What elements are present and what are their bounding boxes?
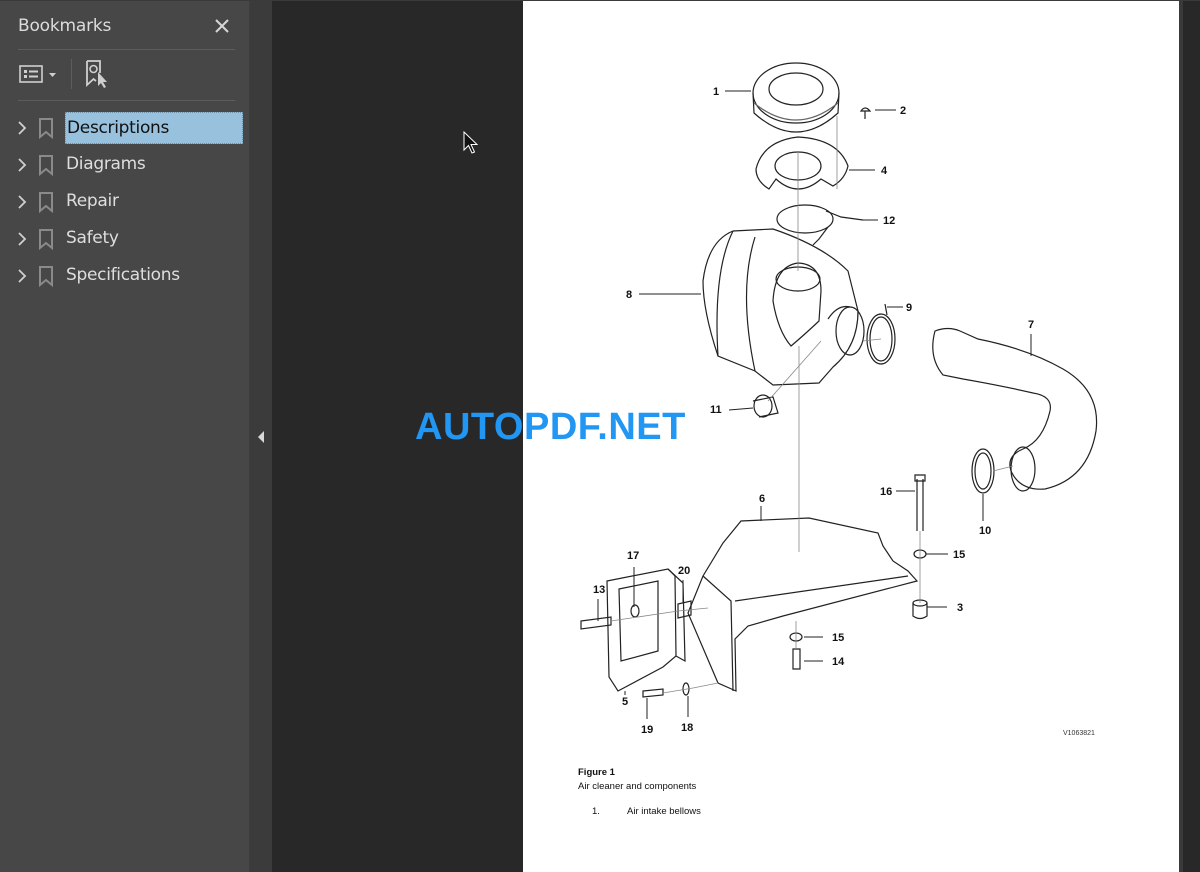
bookmark-list: Descriptions Diagrams Repair Safety Spec [0,109,250,294]
callout-label: 13 [593,584,605,596]
bookmarks-header: Bookmarks [18,13,233,39]
callout-label: 1 [713,86,719,98]
callout-label: 8 [626,289,632,301]
callout-label: 20 [678,565,690,577]
chevron-right-icon[interactable] [16,157,28,172]
watermark-text: AUTOPDF.NET [415,406,686,448]
figure-title: Figure 1 [578,767,615,778]
callout-label: 16 [880,486,892,498]
document-viewer[interactable]: 1 2 4 12 8 9 7 11 16 10 6 15 17 20 13 3 … [272,1,1200,872]
chevron-right-icon[interactable] [16,231,28,246]
callout-label: 6 [759,493,765,505]
bookmark-label: Safety [66,227,119,248]
part-plate-5 [606,568,686,692]
bookmark-item-specifications[interactable]: Specifications [0,257,250,294]
part-mounting-bracket [687,517,919,692]
close-icon[interactable] [211,15,233,37]
bookmark-label: Repair [66,190,119,211]
callout-label: 19 [641,724,653,736]
part-gasket-bracket [776,204,864,246]
mouse-cursor-icon [463,131,479,154]
item-number: 1. [592,806,600,817]
item-text: Air intake bellows [627,806,701,817]
options-menu-button[interactable] [18,64,59,84]
panel-splitter[interactable] [250,1,272,872]
part-air-intake-bellows [752,62,840,133]
find-current-bookmark-button[interactable] [84,59,110,89]
callout-label: 5 [622,696,628,708]
part-hose [932,327,1098,492]
figure-caption: Figure 1 Air cleaner and components 1. A… [578,767,701,817]
figure-subtitle: Air cleaner and components [578,781,697,792]
caret-down-icon [49,73,56,77]
parts-list-item: 1. Air intake bellows [578,806,701,817]
bookmark-icon [39,265,53,287]
triangle-left-icon [258,431,264,443]
collapse-panel-button[interactable] [256,429,266,445]
part-plate [755,136,849,190]
chevron-right-icon[interactable] [16,194,28,209]
callout-label: 11 [710,404,722,416]
air-cleaner-exploded-diagram: 1 2 4 12 8 9 7 11 16 10 6 15 17 20 13 3 … [580,62,1098,737]
callout-label: 14 [832,656,845,668]
vertical-scrollbar[interactable] [1179,1,1200,872]
panel-title: Bookmarks [18,16,112,36]
bookmark-find-icon [86,60,107,88]
bookmark-item-safety[interactable]: Safety [0,220,250,257]
bookmark-icon [39,117,53,139]
bookmark-item-descriptions[interactable]: Descriptions [0,109,250,146]
callout-label: 15 [832,632,844,644]
callout-label: 2 [900,105,906,117]
bookmark-icon [39,191,53,213]
pdf-reader-window: Bookmarks Descriptions Diagrams Repair S… [0,0,1200,872]
bookmark-icon [39,228,53,250]
part-air-cleaner [702,228,865,386]
list-options-icon [19,65,43,83]
divider [18,100,235,101]
callout-label: 10 [979,525,991,537]
callout-label: 12 [883,215,895,227]
callout-label: 15 [953,549,965,561]
callout-label: 3 [957,602,963,614]
callout-label: 7 [1028,319,1034,331]
chevron-right-icon[interactable] [16,120,28,135]
bookmark-label: Specifications [66,264,180,285]
bookmark-icon [39,154,53,176]
callout-label: 17 [627,550,639,562]
callout-label: 4 [881,165,888,177]
bookmarks-panel: Bookmarks Descriptions Diagrams Repair S… [0,1,250,872]
toolbar-separator [71,59,72,89]
figure-reference: V1063821 [1063,730,1095,737]
bookmark-item-repair[interactable]: Repair [0,183,250,220]
bookmarks-toolbar [18,57,110,91]
callout-label: 9 [906,302,912,314]
bookmark-item-diagrams[interactable]: Diagrams [0,146,250,183]
chevron-right-icon[interactable] [16,268,28,283]
callout-label: 18 [681,722,693,734]
bookmark-label: Descriptions [65,111,243,144]
divider [18,49,235,50]
bookmark-label: Diagrams [66,153,146,174]
